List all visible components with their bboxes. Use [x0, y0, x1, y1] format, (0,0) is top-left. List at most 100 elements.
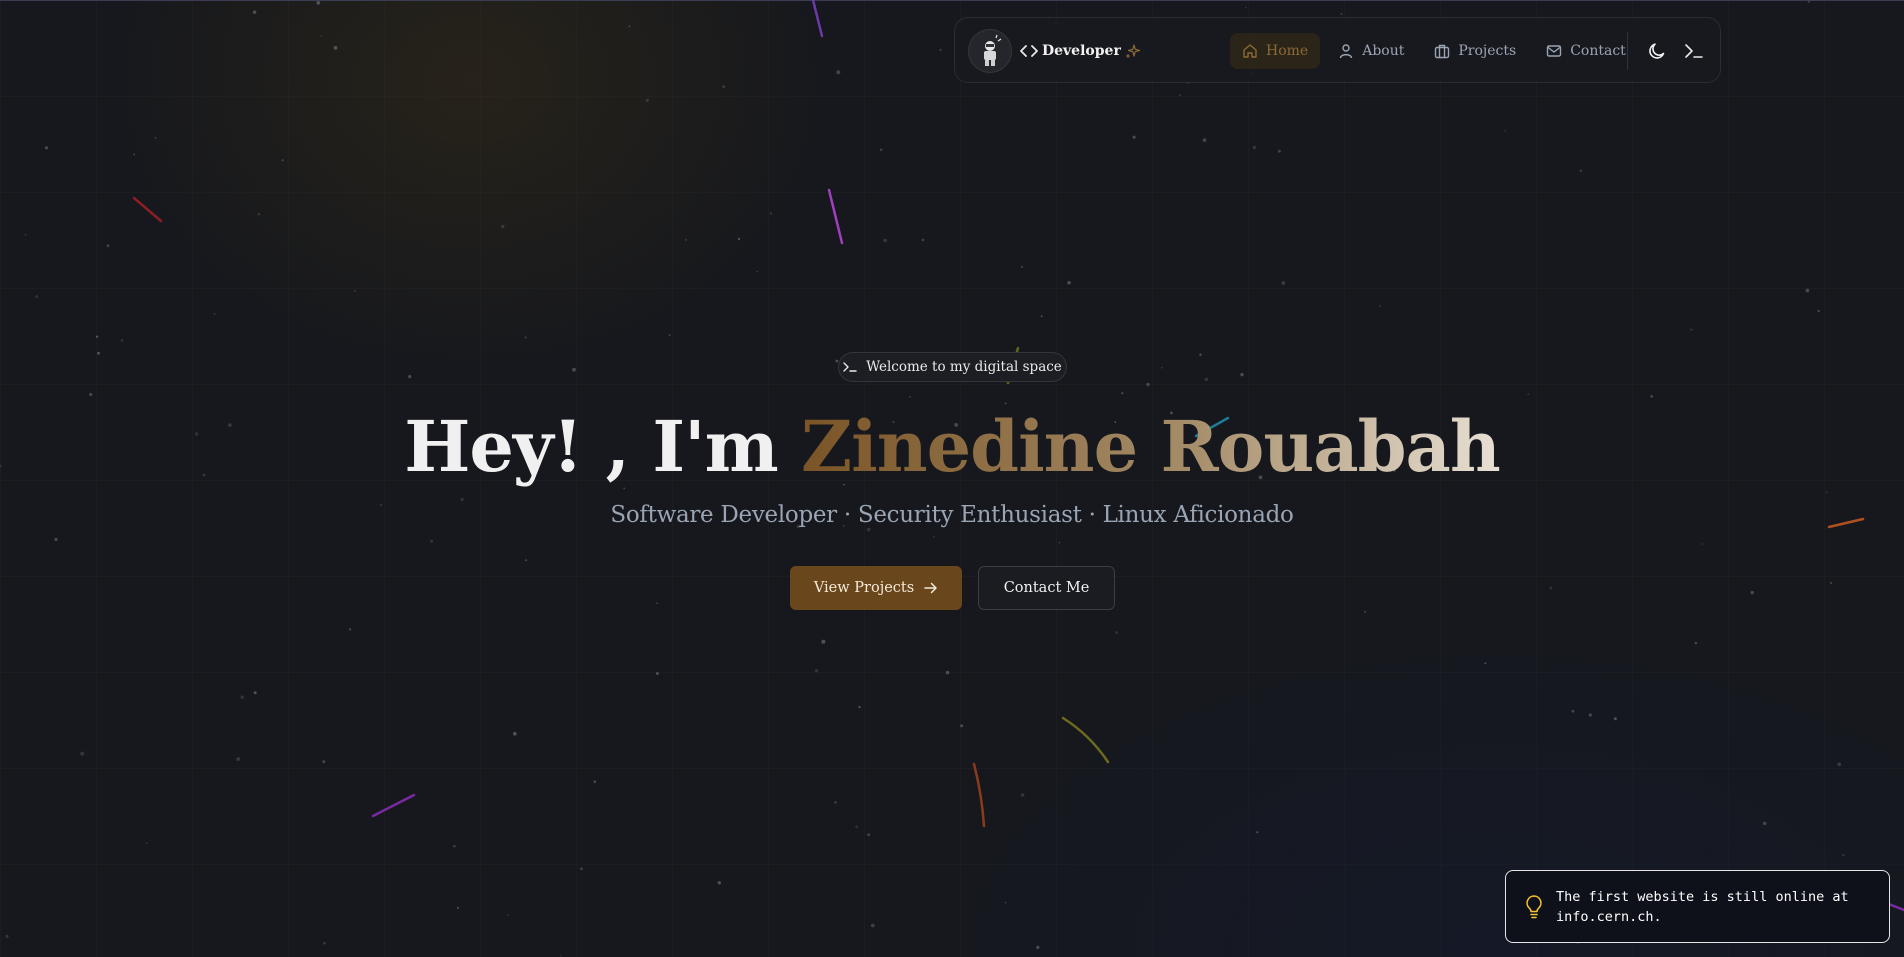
star-dot	[737, 237, 741, 241]
star-dot	[1829, 581, 1833, 585]
user-icon	[1340, 44, 1353, 59]
nav-item-home[interactable]: Home	[1230, 33, 1321, 69]
star-dot	[89, 392, 93, 397]
nav-item-label: Home	[1266, 43, 1309, 59]
nav-links: Home About Projects Contact	[1230, 33, 1638, 69]
star-dot	[54, 537, 58, 542]
star-dot	[1160, 366, 1163, 369]
star-dot	[668, 334, 671, 336]
star-dot	[1613, 717, 1617, 721]
nav-divider	[1627, 32, 1628, 70]
star-dot	[1121, 392, 1124, 395]
star-dot	[456, 906, 459, 910]
star-dot	[1020, 265, 1024, 269]
star-dot	[236, 757, 241, 761]
welcome-badge: Welcome to my digital space	[838, 352, 1067, 382]
star-dot	[213, 313, 216, 315]
star-dot	[628, 25, 631, 28]
star-dot	[1805, 288, 1810, 293]
contact-me-button[interactable]: Contact Me	[978, 566, 1115, 610]
view-projects-label: View Projects	[813, 580, 915, 596]
star-dot	[408, 375, 412, 379]
star-dot	[349, 628, 352, 631]
star-dot	[656, 602, 658, 605]
star-dot	[1379, 305, 1381, 308]
terminal-button[interactable]	[1682, 39, 1706, 63]
terminal-icon	[843, 362, 857, 372]
star-dot	[1115, 631, 1118, 634]
star-dot	[814, 669, 819, 673]
star-dot	[1132, 135, 1136, 139]
star-dot	[1202, 138, 1207, 143]
star-dot	[1817, 309, 1820, 313]
brand[interactable]: Developer	[1020, 41, 1141, 61]
welcome-badge-text: Welcome to my digital space	[866, 359, 1062, 375]
star-dot	[559, 954, 562, 957]
star-dot	[1245, 6, 1247, 9]
star-dot	[44, 146, 49, 150]
hero-title-name: Zinedine Rouabah	[801, 405, 1501, 488]
hero-subtitle: Software Developer · Security Enthusiast…	[610, 502, 1294, 528]
star-dot	[1178, 94, 1181, 97]
star-dot	[1146, 382, 1150, 387]
star-dot	[1036, 945, 1040, 950]
star-dot	[769, 212, 773, 215]
nav-item-about[interactable]: About	[1326, 33, 1416, 69]
star-dot	[1240, 372, 1244, 377]
nav-item-label: Projects	[1458, 43, 1517, 59]
star-dot	[960, 724, 964, 728]
star-dot	[939, 48, 942, 51]
star-dot	[855, 825, 858, 829]
star-dot	[645, 98, 649, 102]
star-dot	[146, 842, 148, 845]
star-dot	[1571, 709, 1575, 713]
home-icon	[1243, 44, 1257, 58]
star-dot	[1040, 315, 1043, 318]
star-dot	[834, 801, 837, 804]
star-dot	[253, 691, 257, 695]
star-dot	[1199, 353, 1202, 356]
star-dot	[322, 760, 326, 764]
star-dot	[1527, 393, 1530, 396]
star-dot	[1579, 169, 1583, 172]
star-dot	[1588, 713, 1592, 717]
star-dot	[722, 85, 726, 88]
hero-title-prefix: Hey! , I'm	[404, 405, 802, 488]
brand-label: Developer	[1042, 43, 1121, 59]
star-dot	[240, 695, 245, 699]
nav-item-contact[interactable]: Contact	[1534, 33, 1638, 69]
star-dot	[909, 396, 911, 398]
star-dot	[867, 833, 871, 837]
star-dot	[866, 527, 871, 532]
shooting-streak	[132, 196, 163, 223]
star-dot	[1256, 831, 1259, 834]
star-dot	[133, 153, 136, 156]
view-projects-button[interactable]: View Projects	[790, 566, 962, 610]
shooting-streak	[827, 188, 844, 245]
star-dot	[858, 705, 861, 709]
star-dot	[1340, 13, 1343, 15]
star-dot	[932, 535, 935, 538]
star-dot	[354, 290, 356, 292]
star-dot	[1837, 762, 1842, 767]
star-dot	[252, 10, 257, 14]
star-dot	[35, 295, 39, 298]
star-dot	[97, 351, 100, 355]
star-dot	[95, 335, 99, 338]
star-dot	[870, 923, 875, 928]
star-dot	[1504, 129, 1507, 132]
nav-item-projects[interactable]: Projects	[1422, 33, 1528, 69]
star-dot	[507, 914, 509, 917]
lightbulb-icon	[1526, 894, 1542, 918]
mail-icon	[1546, 45, 1562, 57]
star-dot	[655, 672, 659, 675]
briefcase-icon	[1435, 44, 1450, 59]
star-dot	[120, 339, 124, 342]
navbar: Developer Home About Projects Contact	[954, 17, 1721, 83]
fact-toast: The first website is still online at inf…	[1505, 870, 1890, 943]
avatar[interactable]	[968, 29, 1012, 73]
star-dot	[1484, 662, 1487, 665]
star-dot	[524, 336, 527, 339]
theme-toggle-button[interactable]	[1645, 39, 1669, 63]
star-dot	[756, 270, 758, 273]
